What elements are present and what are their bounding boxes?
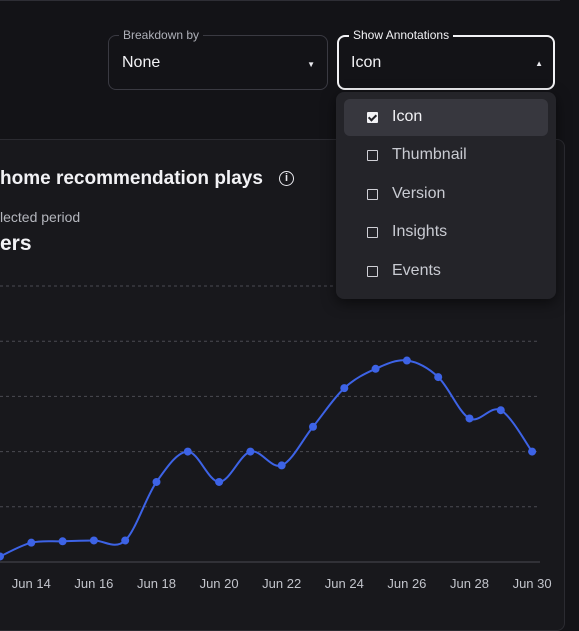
data-point [27,538,36,547]
data-point [528,447,537,456]
data-point [183,447,192,456]
x-tick-label: Jun 14 [12,576,51,591]
caret-down-icon: ▼ [307,60,315,69]
option-label: Insights [392,223,448,240]
x-tick-label: Jun 24 [325,576,364,591]
x-tick-label: Jun 30 [513,576,552,591]
data-point [246,447,255,456]
data-point [434,373,443,382]
x-tick-label: Jun 16 [74,576,113,591]
caret-up-icon: ▲ [535,59,543,68]
data-point [121,536,130,545]
data-point [0,552,4,561]
option-label: Thumbnail [392,146,467,163]
option-label: Events [392,262,441,279]
show-annotations-label: Show Annotations [349,27,454,43]
x-tick-label: Jun 26 [387,576,426,591]
data-point [340,384,349,393]
checkbox-icon [367,227,378,238]
option-label: Version [392,185,446,202]
checkbox-icon [367,150,378,161]
option-events[interactable]: Events [344,253,548,290]
data-point [371,364,380,373]
chart-title: home recommendation plays [0,168,263,189]
line-chart: Jun 14 Jun 16 Jun 18 Jun 20 Jun 22 Jun 24 Jun … [0,285,552,591]
option-thumbnail[interactable]: Thumbnail [344,137,548,174]
series-line [0,359,533,558]
data-point [309,422,317,431]
option-icon[interactable]: Icon [344,99,548,136]
breakdown-value: None [122,54,161,71]
option-label: Icon [392,108,423,125]
breakdown-select[interactable]: Breakdown by None ▼ [108,27,328,90]
option-version[interactable]: Version [344,176,548,213]
show-annotations-select[interactable]: Show Annotations Icon ▲ [337,27,555,90]
show-annotations-value: Icon [351,54,382,71]
option-insights[interactable]: Insights [344,214,548,251]
x-tick-label: Jun 28 [450,576,489,591]
metric-value: ers [0,232,32,255]
x-tick-label: Jun 18 [137,576,176,591]
x-tick-label: Jun 20 [200,576,239,591]
breakdown-label: Breakdown by [119,27,204,43]
period-caption: lected period [0,209,81,225]
data-point [465,414,474,423]
data-point [215,477,224,486]
annotations-dropdown-menu: Icon Thumbnail Version Insights Events [336,92,556,299]
data-point [277,461,286,470]
data-point [402,356,411,365]
x-tick-label: Jun 22 [262,576,301,591]
data-point [89,536,98,545]
data-point [152,477,161,486]
checkbox-icon [367,189,378,200]
data-point [58,537,67,546]
checkbox-icon [367,266,378,277]
checkbox-icon [367,112,378,123]
top-divider [0,0,560,1]
data-point [496,406,505,415]
info-icon[interactable]: i [279,171,294,186]
